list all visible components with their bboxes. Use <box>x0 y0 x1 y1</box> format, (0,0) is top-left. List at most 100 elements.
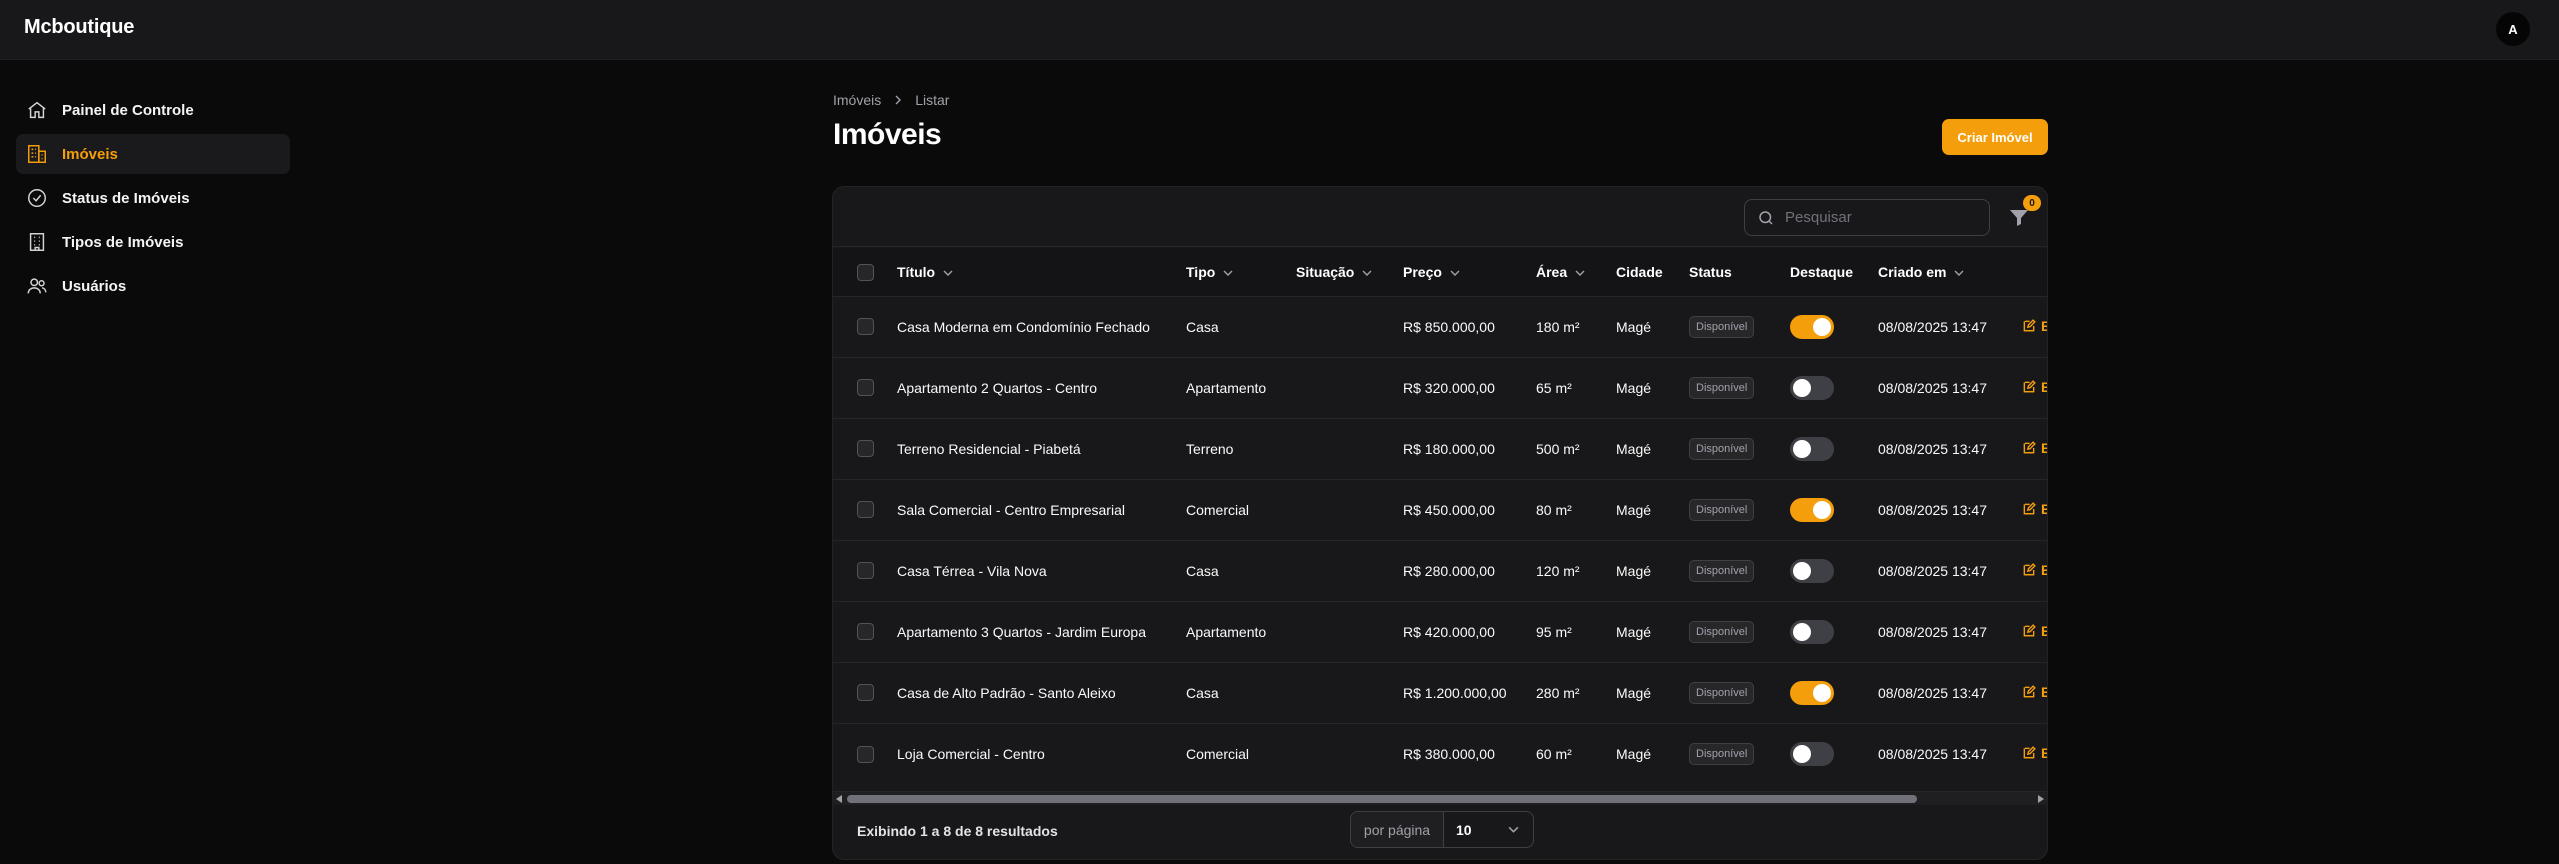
edit-button[interactable]: Editar <box>2022 440 2047 456</box>
cell-preco: R$ 450.000,00 <box>1403 501 1495 518</box>
sidebar-item-usuarios[interactable]: Usuários <box>16 266 290 306</box>
column-header-tipo[interactable]: Tipo <box>1186 248 1296 296</box>
breadcrumb: Imóveis Listar <box>833 92 949 108</box>
breadcrumb-imoveis[interactable]: Imóveis <box>833 92 881 108</box>
featured-toggle[interactable] <box>1790 436 1834 461</box>
featured-toggle[interactable] <box>1790 680 1834 705</box>
edit-icon <box>2023 562 2036 575</box>
edit-label: Editar <box>2041 745 2047 761</box>
table-row[interactable]: Casa Moderna em Condomínio Fechado Casa R$… <box>833 296 2047 357</box>
search-icon <box>1759 210 1773 225</box>
featured-toggle[interactable] <box>1790 375 1834 400</box>
create-property-button[interactable]: Criar Imóvel <box>1942 119 2048 155</box>
sidebar-item-label: Painel de Controle <box>62 101 194 119</box>
scrollbar-thumb[interactable] <box>847 795 1917 803</box>
cell-titulo: Casa de Alto Padrão - Santo Aleixo <box>897 684 1116 701</box>
cell-area: 280 m² <box>1536 684 1580 701</box>
properties-table-card: 0 Título Tipo Situação Preço Área Cidade… <box>832 186 2048 860</box>
edit-button[interactable]: Editar <box>2022 501 2047 517</box>
sidebar-item-tipos[interactable]: Tipos de Imóveis <box>16 222 290 262</box>
cell-preco: R$ 420.000,00 <box>1403 623 1495 640</box>
select-all-checkbox[interactable] <box>857 263 874 281</box>
column-header-status: Status <box>1689 263 1732 280</box>
cell-titulo: Casa Térrea - Vila Nova <box>897 562 1047 579</box>
edit-button[interactable]: Editar <box>2022 379 2047 395</box>
cell-situacao <box>1296 418 1403 479</box>
featured-toggle[interactable] <box>1790 558 1834 583</box>
cell-tipo: Apartamento <box>1186 379 1267 396</box>
row-checkbox[interactable] <box>857 318 874 336</box>
row-checkbox[interactable] <box>857 684 874 702</box>
edit-icon <box>2023 684 2036 697</box>
table-scroll-area[interactable]: Título Tipo Situação Preço Área Cidade S… <box>833 248 2047 791</box>
horizontal-scrollbar[interactable] <box>833 791 2047 805</box>
status-badge: Disponível <box>1689 315 1755 338</box>
chevron-down-icon <box>1362 270 1372 277</box>
column-header-area[interactable]: Área <box>1536 248 1616 296</box>
edit-button[interactable]: Editar <box>2022 623 2047 639</box>
featured-toggle[interactable] <box>1790 619 1834 644</box>
cell-preco: R$ 380.000,00 <box>1403 745 1495 762</box>
row-checkbox[interactable] <box>857 379 874 397</box>
edit-button[interactable]: Editar <box>2022 562 2047 578</box>
cell-cidade: Magé <box>1616 501 1652 518</box>
row-checkbox[interactable] <box>857 623 874 641</box>
row-checkbox[interactable] <box>857 501 874 519</box>
sidebar-item-status[interactable]: Status de Imóveis <box>16 178 290 218</box>
cell-area: 65 m² <box>1536 379 1572 396</box>
column-header-preco[interactable]: Preço <box>1403 248 1536 296</box>
cell-tipo: Comercial <box>1186 501 1250 518</box>
user-avatar[interactable]: A <box>2496 12 2530 46</box>
cell-criado: 08/08/2025 13:47 <box>1878 562 1987 579</box>
table-row[interactable]: Apartamento 3 Quartos - Jardim Europa Apa… <box>833 601 2047 662</box>
status-badge: Disponível <box>1689 437 1755 460</box>
sidebar-item-imoveis[interactable]: Imóveis <box>16 134 290 174</box>
cell-criado: 08/08/2025 13:47 <box>1878 745 1987 762</box>
table-row[interactable]: Terreno Residencial - Piabetá Terreno R$ 1… <box>833 418 2047 479</box>
cell-situacao <box>1296 601 1403 662</box>
edit-icon <box>2023 379 2036 392</box>
edit-button[interactable]: Editar <box>2022 745 2047 761</box>
table-row[interactable]: Sala Comercial - Centro Empresarial Comer… <box>833 479 2047 540</box>
cell-area: 95 m² <box>1536 623 1572 640</box>
table-row[interactable]: Loja Comercial - Centro Comercial R$ 380.0… <box>833 723 2047 784</box>
sidebar-item-label: Tipos de Imóveis <box>62 233 184 251</box>
table-row[interactable]: Casa de Alto Padrão - Santo Aleixo Casa R$… <box>833 662 2047 723</box>
table-row[interactable]: Apartamento 2 Quartos - Centro Apartament… <box>833 357 2047 418</box>
featured-toggle[interactable] <box>1790 741 1834 766</box>
sidebar-item-painel[interactable]: Painel de Controle <box>16 90 290 130</box>
chevron-down-icon <box>1508 826 1519 833</box>
column-header-criado[interactable]: Criado em <box>1878 248 2022 296</box>
cell-cidade: Magé <box>1616 440 1652 457</box>
column-header-titulo[interactable]: Título <box>897 248 1186 296</box>
table-row[interactable]: Casa Térrea - Vila Nova Casa R$ 280.000,00… <box>833 540 2047 601</box>
row-checkbox[interactable] <box>857 440 874 458</box>
scroll-right-icon[interactable] <box>2038 795 2044 803</box>
check-circle-icon <box>26 187 48 209</box>
cell-cidade: Magé <box>1616 318 1652 335</box>
edit-label: Editar <box>2041 379 2047 395</box>
chevron-down-icon <box>1223 270 1233 277</box>
search-input[interactable] <box>1785 209 1975 226</box>
featured-toggle[interactable] <box>1790 497 1834 522</box>
scroll-left-icon[interactable] <box>836 795 842 803</box>
column-header-destaque: Destaque <box>1790 263 1854 280</box>
per-page-select[interactable]: por página 10 <box>1350 811 1534 848</box>
properties-table: Título Tipo Situação Preço Área Cidade S… <box>833 248 2047 784</box>
edit-button[interactable]: Editar <box>2022 318 2047 334</box>
row-checkbox[interactable] <box>857 745 874 763</box>
row-checkbox[interactable] <box>857 562 874 580</box>
cell-area: 500 m² <box>1536 440 1580 457</box>
app-brand[interactable]: Mcboutique <box>24 16 134 39</box>
edit-button[interactable]: Editar <box>2022 684 2047 700</box>
column-header-situacao[interactable]: Situação <box>1296 248 1403 296</box>
status-badge: Disponível <box>1689 742 1755 765</box>
cell-criado: 08/08/2025 13:47 <box>1878 440 1987 457</box>
per-page-dropdown[interactable]: 10 <box>1444 812 1533 847</box>
home-icon <box>26 99 48 121</box>
featured-toggle[interactable] <box>1790 314 1834 339</box>
edit-label: Editar <box>2041 623 2047 639</box>
users-icon <box>26 275 48 297</box>
status-badge: Disponível <box>1689 376 1755 399</box>
chevron-down-icon <box>1954 270 1964 277</box>
